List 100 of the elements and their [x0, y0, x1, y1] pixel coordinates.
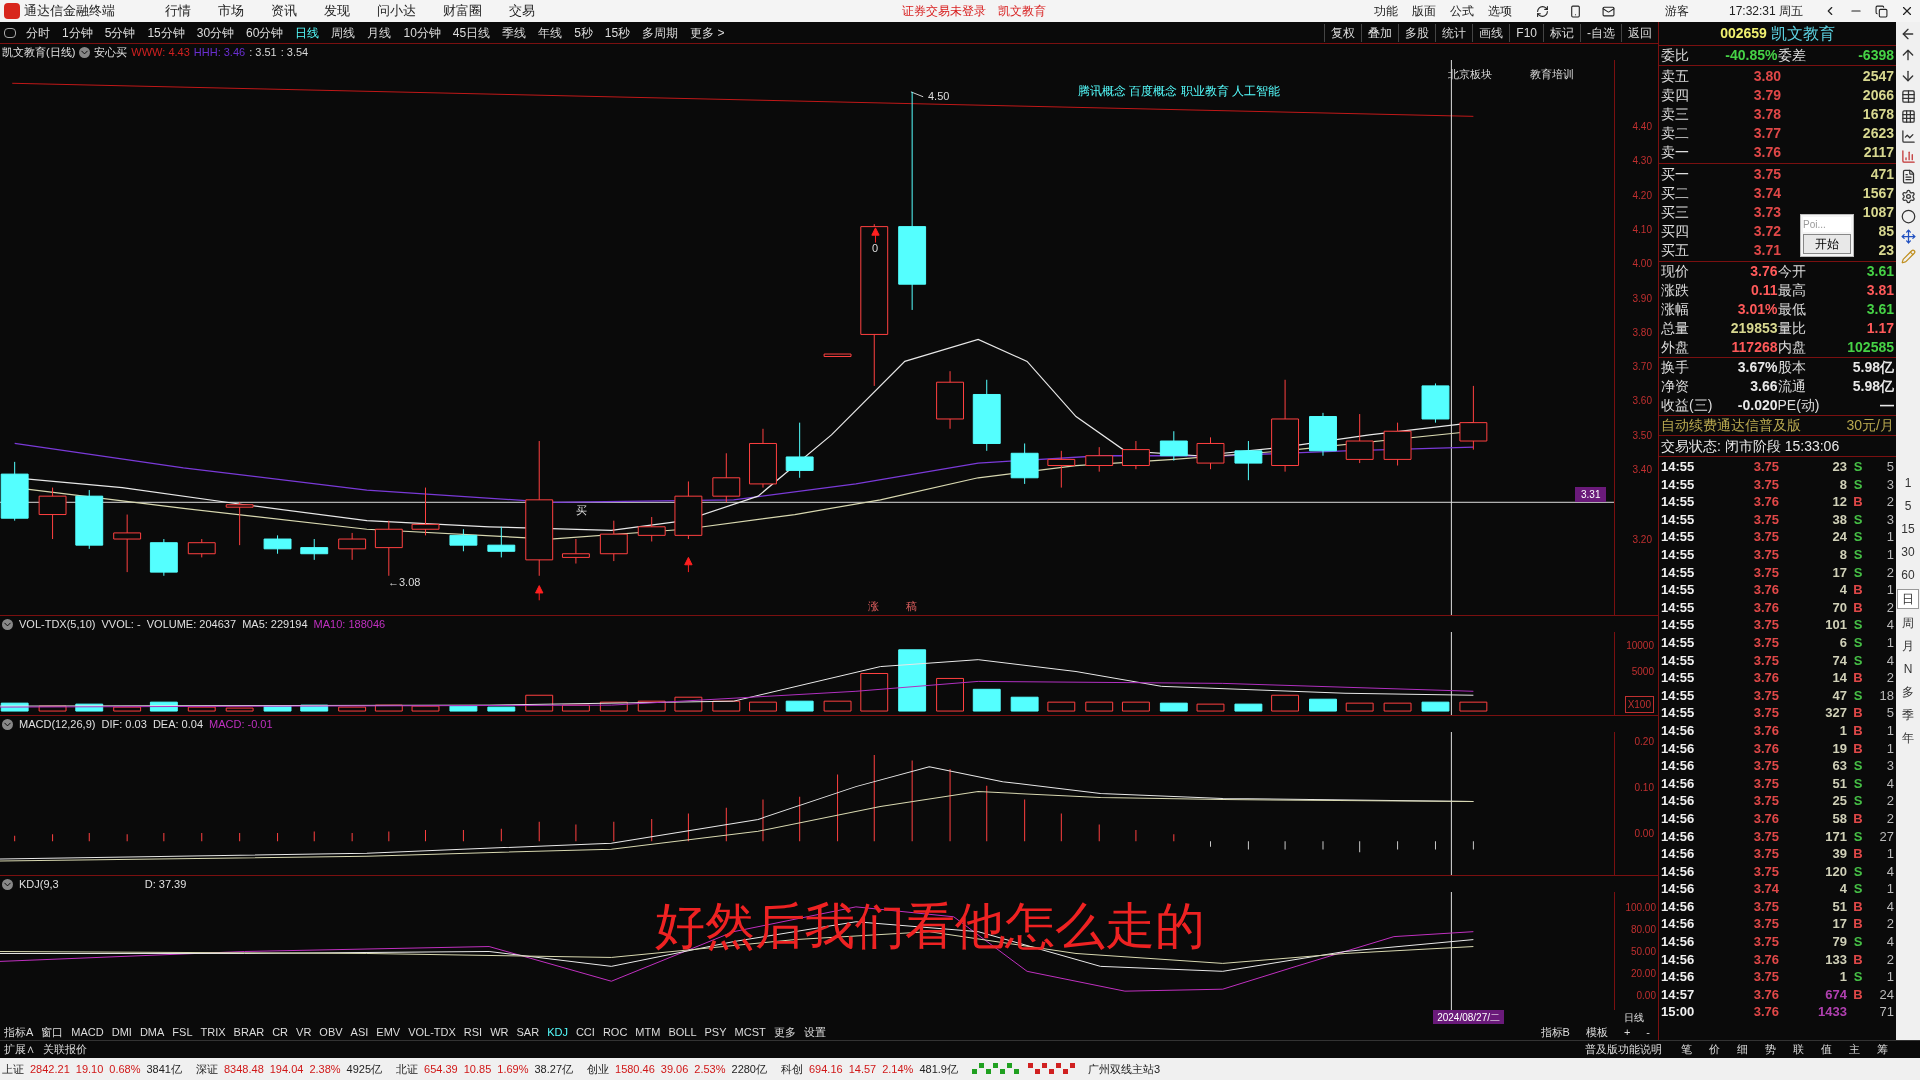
start-button[interactable]: 开始 [1803, 234, 1851, 254]
toolbar-button[interactable]: -自选 [1580, 23, 1621, 42]
indicator-tab[interactable]: 指标A [0, 1023, 38, 1041]
indicator-option[interactable]: + [1615, 1023, 1639, 1041]
period-tab[interactable]: 10分钟 [397, 23, 447, 42]
indicator-tab[interactable]: ASI [346, 1023, 373, 1041]
detail-tab[interactable]: 笔 [1672, 1041, 1700, 1058]
period-tab[interactable]: 5分钟 [98, 23, 142, 42]
period-tab[interactable]: 15分钟 [141, 23, 191, 42]
dropdown-icon[interactable] [2, 618, 13, 630]
menu-item[interactable]: 选项 [1487, 2, 1512, 20]
detail-tab[interactable]: 筹 [1868, 1041, 1896, 1058]
toolbar-button[interactable]: 标记 [1543, 23, 1580, 42]
circle-icon[interactable] [1900, 209, 1916, 224]
period-tab[interactable]: 15秒 [598, 23, 637, 42]
period-tab[interactable]: 周线 [325, 23, 362, 42]
menu-item[interactable]: 问小达 [377, 1, 416, 21]
promo-text[interactable]: 自动续费通达信普及版 [1661, 415, 1801, 436]
side-period-button[interactable]: 1 [1897, 474, 1919, 492]
indicator-tab[interactable]: 窗口 [37, 1023, 68, 1041]
period-tab[interactable]: 5秒 [568, 23, 599, 42]
menu-item[interactable]: 财富圈 [443, 1, 482, 21]
period-tab[interactable]: 月线 [361, 23, 398, 42]
side-period-button[interactable]: 30 [1897, 543, 1919, 561]
period-tab[interactable]: 日线 [289, 23, 326, 42]
toolbar-button[interactable]: 多股 [1398, 23, 1436, 42]
side-period-button[interactable]: 5 [1897, 497, 1919, 515]
grid-icon[interactable] [1900, 109, 1916, 124]
detail-tab[interactable]: 主 [1840, 1041, 1868, 1058]
indicator-tab[interactable]: 设置 [799, 1023, 830, 1041]
toolbar-button[interactable]: 叠加 [1361, 23, 1399, 42]
period-tab[interactable]: 30分钟 [190, 23, 241, 42]
line-chart-icon[interactable] [1900, 129, 1916, 144]
period-tab[interactable]: 多周期 [636, 23, 685, 42]
indicator-tab[interactable]: MTM [631, 1023, 665, 1041]
indicator-tab[interactable]: VR [292, 1023, 316, 1041]
side-period-button[interactable]: 日 [1897, 589, 1919, 609]
toolbar-button[interactable]: 返回 [1621, 23, 1658, 42]
toolbar-button[interactable]: 统计 [1435, 23, 1473, 42]
period-tab[interactable]: 季线 [496, 23, 533, 42]
extension-tab[interactable]: 扩展∧ [0, 1041, 39, 1058]
settings-icon[interactable] [1900, 189, 1916, 204]
indicator-tab[interactable]: CR [268, 1023, 293, 1041]
indicator-tab[interactable]: RSI [459, 1023, 487, 1041]
dropdown-icon[interactable] [2, 878, 13, 890]
indicator-tab[interactable]: PSY [700, 1023, 731, 1041]
bar-chart-icon[interactable] [1900, 149, 1916, 164]
toolbar-button[interactable]: 复权 [1324, 23, 1362, 42]
help-link[interactable]: 普及版功能说明 [1585, 1041, 1662, 1058]
side-period-button[interactable]: 多 [1897, 683, 1919, 701]
indicator-tab[interactable]: CCI [571, 1023, 599, 1041]
refresh-icon[interactable] [1535, 4, 1549, 18]
left-arrow-icon[interactable] [1900, 26, 1916, 42]
indicator-tab[interactable]: TRIX [196, 1023, 230, 1041]
detail-tab[interactable]: 值 [1812, 1041, 1840, 1058]
mail-icon[interactable] [1601, 4, 1615, 18]
menu-item[interactable]: 行情 [165, 1, 191, 21]
side-period-button[interactable]: 月 [1897, 637, 1919, 655]
side-period-button[interactable]: N [1897, 660, 1919, 678]
menu-item[interactable]: 发现 [324, 1, 350, 21]
indicator-tab[interactable]: VOL-TDX [404, 1023, 460, 1041]
dropdown-icon[interactable] [79, 46, 91, 58]
toolbar-button[interactable]: 画线 [1472, 23, 1510, 42]
side-period-button[interactable]: 年 [1897, 729, 1919, 747]
close-icon[interactable] [1900, 4, 1914, 18]
table-icon[interactable] [1900, 89, 1916, 104]
menu-item[interactable]: 交易 [509, 1, 535, 21]
menu-item[interactable]: 功能 [1373, 2, 1398, 20]
menu-item[interactable]: 资讯 [271, 1, 297, 21]
side-period-button[interactable]: 60 [1897, 566, 1919, 584]
document-icon[interactable] [1900, 169, 1916, 184]
period-tab[interactable]: 1分钟 [56, 23, 99, 42]
period-tab[interactable]: 分时 [20, 23, 56, 42]
indicator-tab[interactable]: EMV [372, 1023, 405, 1041]
indicator-tab[interactable]: DMA [135, 1023, 169, 1041]
detail-tab[interactable]: 联 [1784, 1041, 1812, 1058]
indicator-tab[interactable]: BOLL [664, 1023, 701, 1041]
menu-item[interactable]: 版面 [1411, 2, 1436, 20]
menu-item[interactable]: 公式 [1449, 2, 1474, 20]
indicator-tab[interactable]: 更多 [769, 1023, 800, 1041]
move-icon[interactable] [1900, 229, 1916, 244]
indicator-tab[interactable]: KDJ [543, 1023, 572, 1041]
side-period-button[interactable]: 15 [1897, 520, 1919, 538]
indicator-tab[interactable]: BRAR [229, 1023, 269, 1041]
period-tab[interactable]: 更多 > [684, 23, 731, 42]
period-tab[interactable]: 45日线 [446, 23, 497, 42]
detail-tab[interactable]: 细 [1728, 1041, 1756, 1058]
indicator-option[interactable]: 指标B [1532, 1023, 1578, 1041]
indicator-tab[interactable]: WR [486, 1023, 513, 1041]
toolbar-button[interactable]: F10 [1509, 23, 1543, 42]
dropdown-icon[interactable] [2, 718, 13, 730]
period-tab[interactable]: 60分钟 [240, 23, 290, 42]
restore-icon[interactable] [1875, 4, 1888, 18]
phone-icon[interactable] [1568, 4, 1582, 18]
indicator-tab[interactable]: MCST [730, 1023, 770, 1041]
indicator-tab[interactable]: SAR [512, 1023, 544, 1041]
indicator-tab[interactable]: DMI [107, 1023, 136, 1041]
indicator-tab[interactable]: FSL [168, 1023, 197, 1041]
side-period-button[interactable]: 季 [1897, 706, 1919, 724]
side-period-button[interactable]: 周 [1897, 614, 1919, 632]
